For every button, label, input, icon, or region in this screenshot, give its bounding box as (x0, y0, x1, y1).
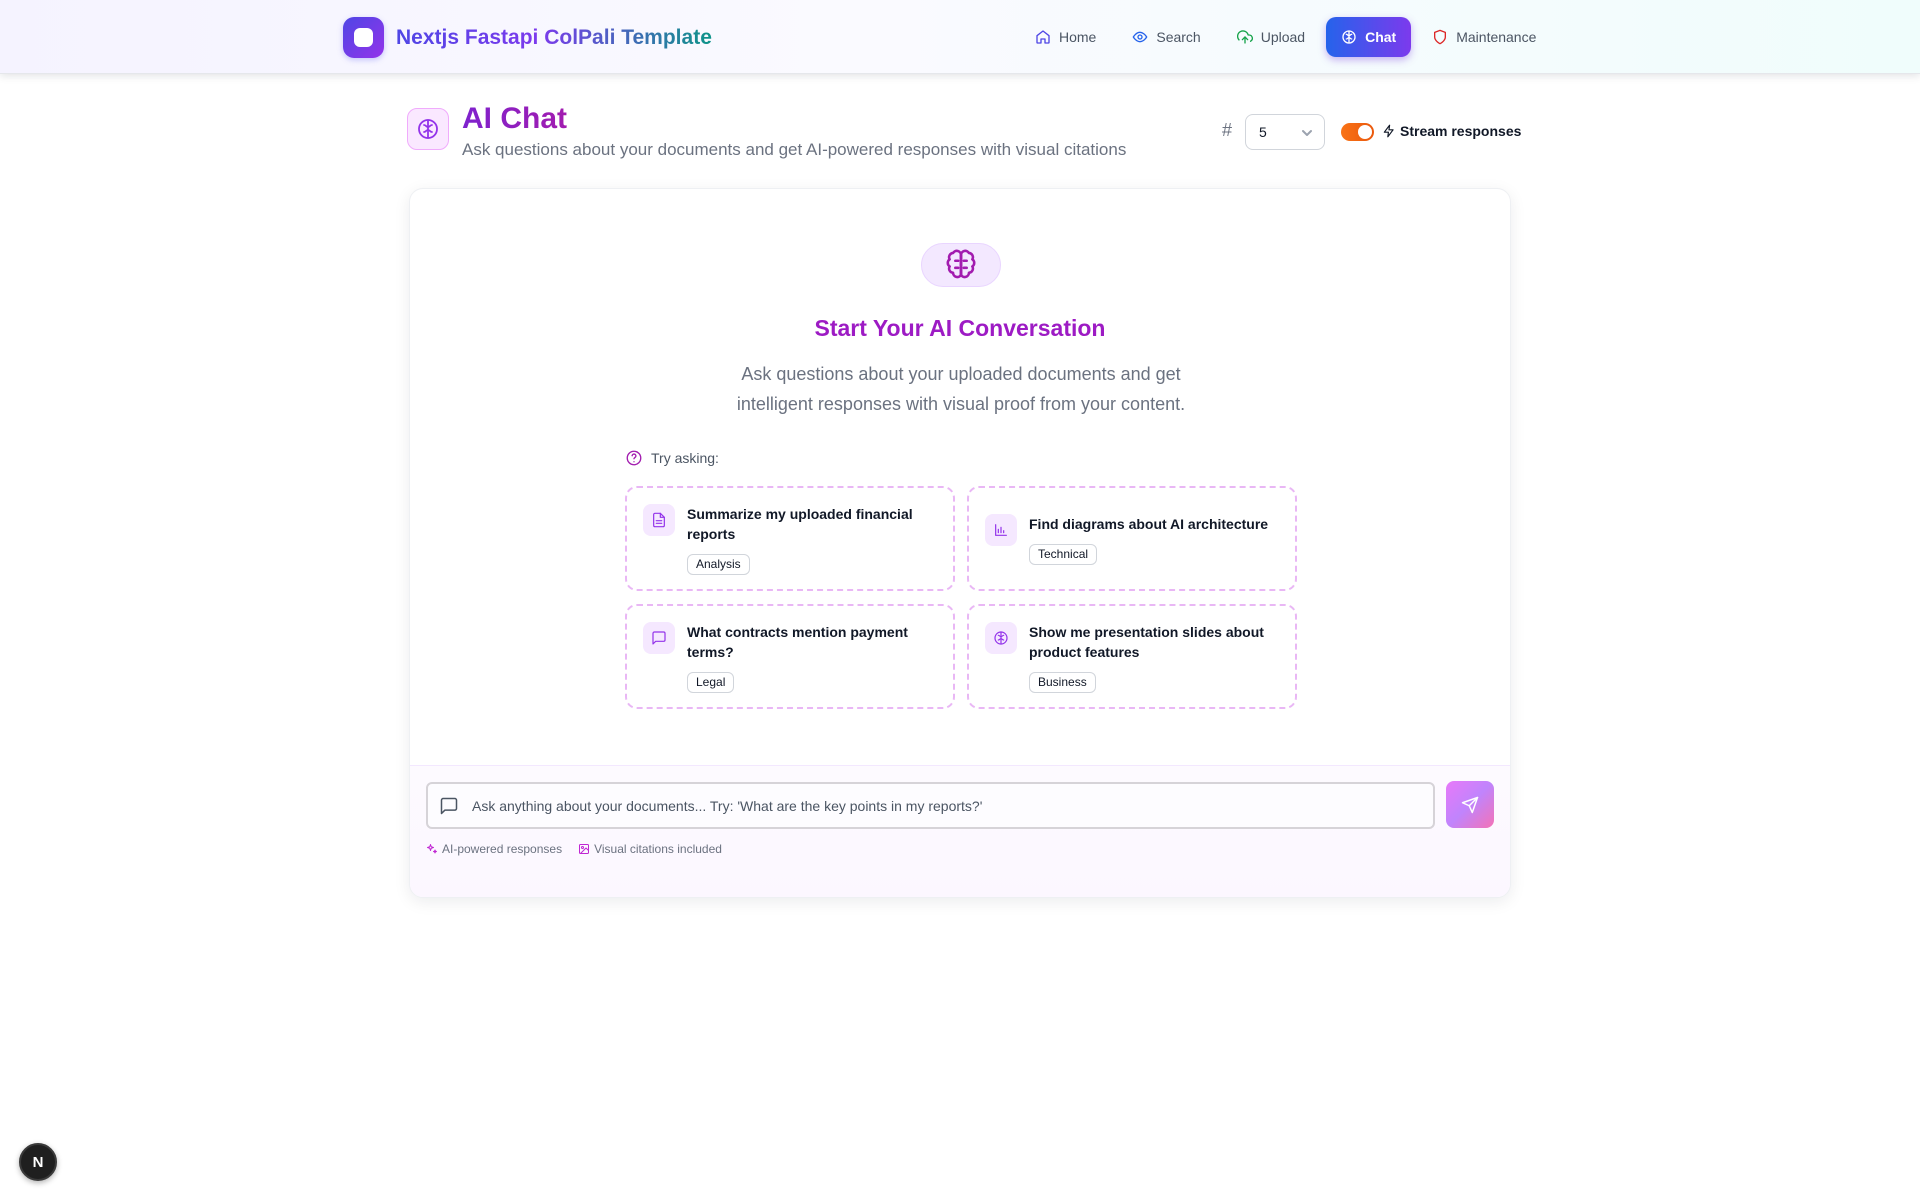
cloud-upload-icon (1236, 30, 1253, 44)
home-icon (1036, 30, 1050, 44)
nextjs-dev-badge[interactable]: N (19, 1143, 57, 1181)
app-logo-icon (343, 17, 384, 58)
bar-chart-icon (985, 514, 1017, 546)
chat-input[interactable] (472, 784, 1422, 827)
suggestion-tag: Analysis (687, 554, 750, 575)
chevron-down-icon (1302, 130, 1312, 136)
nav-item-chat[interactable]: Chat (1326, 17, 1412, 57)
nav-item-search[interactable]: Search (1117, 17, 1215, 57)
help-circle-icon (626, 450, 642, 466)
brain-icon (985, 622, 1017, 654)
chat-card: Start Your AI Conversation Ask questions… (409, 188, 1511, 898)
empty-state-title: Start Your AI Conversation (814, 315, 1106, 341)
suggestion-card[interactable]: Find diagrams about AI architecture Tech… (967, 486, 1297, 591)
hint-visual-citations: Visual citations included (578, 842, 722, 856)
suggestion-text: Show me presentation slides about produc… (1029, 624, 1264, 660)
stream-label: Stream responses (1382, 123, 1521, 139)
image-icon (579, 844, 590, 854)
result-count-select[interactable]: 5 (1245, 114, 1325, 150)
message-icon (643, 622, 675, 654)
top-navbar: Nextjs Fastapi ColPali Template Home Sea… (0, 0, 1920, 74)
suggestion-tag: Technical (1029, 544, 1098, 565)
suggestion-text: Find diagrams about AI architecture (1029, 516, 1269, 532)
try-asking-label: Try asking: (625, 449, 719, 467)
nav-item-label: Home (1059, 29, 1097, 45)
chat-input-wrapper[interactable] (426, 782, 1435, 829)
eye-icon (1133, 31, 1148, 43)
message-icon (440, 797, 458, 815)
nav-item-home[interactable]: Home (1020, 17, 1111, 57)
page-title: AI Chat (462, 102, 567, 135)
nav-item-label: Chat (1365, 29, 1397, 45)
stream-toggle[interactable] (1341, 123, 1374, 141)
suggestion-tag: Business (1029, 672, 1096, 693)
page-header: AI Chat Ask questions about your documen… (407, 102, 1521, 162)
document-icon (643, 504, 675, 536)
result-count-value: 5 (1259, 124, 1267, 140)
lightning-icon (1383, 124, 1394, 138)
suggestion-card[interactable]: Summarize my uploaded financial reports … (625, 486, 955, 591)
brand[interactable]: Nextjs Fastapi ColPali Template (343, 17, 712, 58)
brain-icon (921, 243, 1001, 287)
nav-item-label: Search (1156, 29, 1201, 45)
chat-input-area: AI-powered responses Visual citations in… (410, 765, 1510, 897)
suggestion-tag: Legal (687, 672, 735, 693)
nav-item-label: Maintenance (1456, 29, 1537, 45)
nav-item-label: Upload (1260, 29, 1306, 45)
suggestion-text: Summarize my uploaded financial reports (687, 506, 913, 542)
empty-state-description: Ask questions about your uploaded docume… (736, 364, 1186, 414)
sparkles-icon (427, 844, 437, 854)
app-title: Nextjs Fastapi ColPali Template (396, 25, 712, 49)
hash-icon: # (1222, 120, 1233, 140)
nav-item-maintenance[interactable]: Maintenance (1417, 17, 1551, 57)
page-subtitle: Ask questions about your documents and g… (462, 140, 1127, 159)
suggestion-card[interactable]: Show me presentation slides about produc… (967, 604, 1297, 709)
suggestion-card[interactable]: What contracts mention payment terms? Le… (625, 604, 955, 709)
send-icon (1461, 796, 1479, 813)
hint-ai-powered: AI-powered responses (426, 842, 562, 856)
brain-icon (1342, 30, 1356, 44)
brain-icon (407, 108, 449, 150)
shield-icon (1434, 29, 1447, 45)
send-button[interactable] (1446, 781, 1494, 828)
input-hints: AI-powered responses Visual citations in… (426, 842, 738, 856)
main-nav: Home Search Upload Chat Maintenance (1020, 17, 1557, 57)
suggestion-text: What contracts mention payment terms? (687, 624, 908, 660)
nav-item-upload[interactable]: Upload (1222, 17, 1320, 57)
